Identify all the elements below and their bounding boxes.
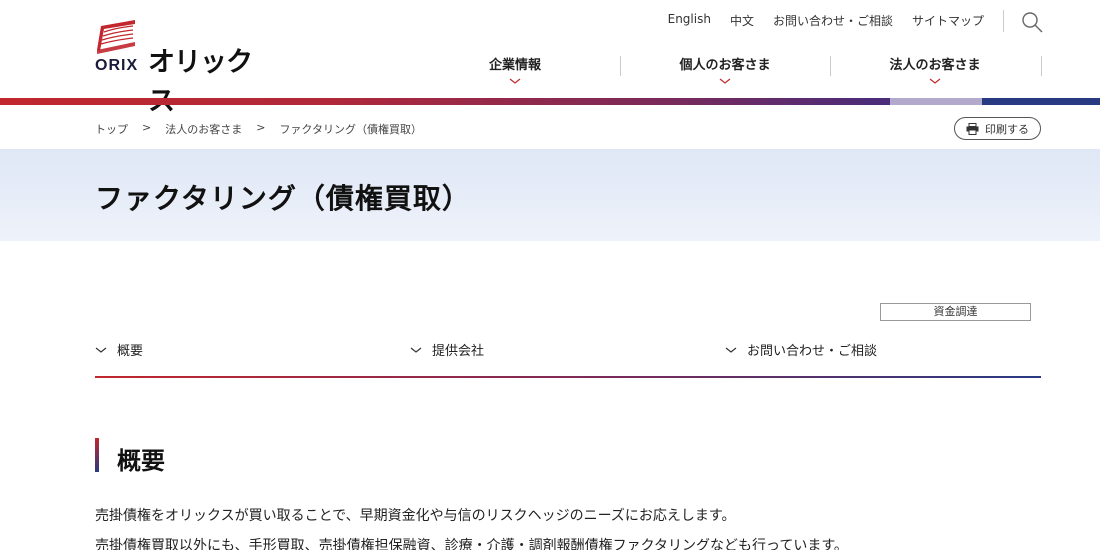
anchor-link-overview[interactable]: 概要 [95,340,143,359]
breadcrumb-business[interactable]: 法人のお客さま [165,121,242,137]
color-bar-active-segment [890,98,982,105]
category-tag[interactable]: 資金調達 [880,303,1031,321]
utility-nav: English 中文 お問い合わせ・ご相談 サイトマップ [668,12,984,29]
main-nav: 企業情報 個人のお客さま 法人のお客さま [410,54,1042,85]
main-nav-corporate[interactable]: 企業情報 [410,54,620,85]
print-label: 印刷する [985,122,1029,136]
breadcrumb-separator: > [256,121,266,134]
page-title-band: ファクタリング（債権買取） [0,149,1100,241]
chevron-down-icon [719,78,731,84]
chevron-down-icon [509,78,521,84]
section-paragraph: 売掛債権をオリックスが買い取ることで、早期資金化や与信のリスクヘッジのニーズにお… [95,508,736,524]
main-nav-label: 法人のお客さま [889,58,981,73]
breadcrumb: トップ > 法人のお客さま > ファクタリング（債権買取） [95,121,422,137]
breadcrumb-separator: > [142,121,152,134]
anchor-link-contact[interactable]: お問い合わせ・ご相談 [725,340,877,359]
anchor-label: 概要 [117,344,144,359]
anchor-label: お問い合わせ・ご相談 [747,344,878,359]
print-button[interactable]: 印刷する [954,117,1041,140]
logo-text-ja: オリックス [148,47,253,117]
search-icon[interactable] [1020,10,1044,34]
util-link-sitemap[interactable]: サイトマップ [912,12,984,29]
logo-text-en: ORIX [95,57,139,74]
anchor-nav-underline [95,376,1041,378]
anchor-link-providers[interactable]: 提供会社 [410,340,484,359]
nav-divider [1041,56,1042,76]
breadcrumb-top[interactable]: トップ [95,121,128,137]
anchor-label: 提供会社 [432,344,485,359]
util-link-english[interactable]: English [668,12,711,29]
color-bar-navy-segment [982,98,1100,105]
utility-divider [1003,10,1004,32]
site-header: ORIX オリックス English 中文 お問い合わせ・ご相談 サイトマップ … [0,0,1100,117]
printer-icon [966,122,979,135]
chevron-down-icon [95,347,107,353]
orix-logo-mark [97,20,135,54]
orix-logo[interactable]: ORIX オリックス [95,20,270,117]
brand-color-bar [0,98,1100,105]
anchor-nav: 概要 提供会社 お問い合わせ・ご相談 [95,340,1041,378]
main-nav-business[interactable]: 法人のお客さま [830,54,1040,85]
section-accent-bar [95,438,99,472]
main-nav-personal[interactable]: 個人のお客さま [620,54,830,85]
chevron-down-icon [929,78,941,84]
util-link-contact[interactable]: お問い合わせ・ご相談 [773,12,893,29]
section-paragraph: 売掛債権買取以外にも、手形買取、売掛債権担保融資、診療・介護・調剤報酬債権ファク… [95,538,848,550]
chevron-down-icon [725,347,737,353]
chevron-down-icon [410,347,422,353]
section-title: 概要 [117,447,165,475]
main-nav-label: 企業情報 [488,58,541,73]
main-nav-label: 個人のお客さま [679,58,771,73]
breadcrumb-current: ファクタリング（債権買取） [279,123,422,136]
util-link-chinese[interactable]: 中文 [730,12,754,29]
page-title: ファクタリング（債権買取） [95,182,471,215]
